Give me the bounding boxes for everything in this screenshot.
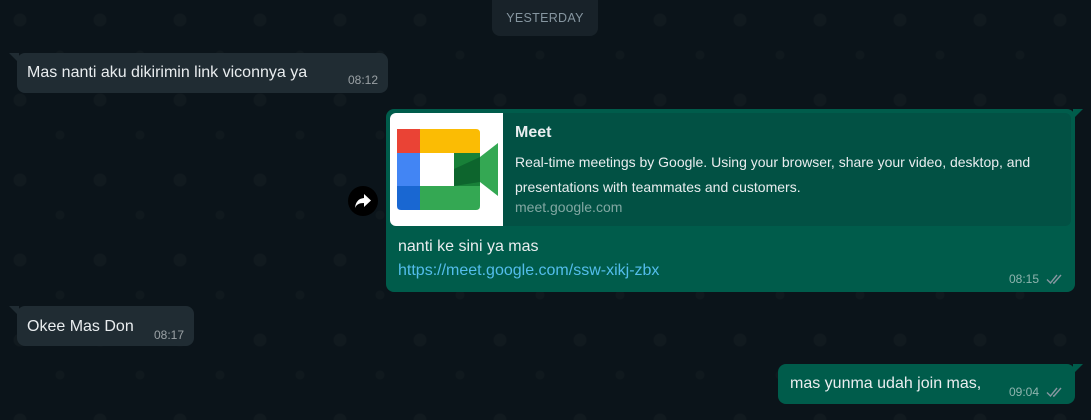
message-text: nanti ke sini ya mas <box>398 238 539 255</box>
message-text: Mas nanti aku dikirimin link viconnya ya <box>27 64 308 81</box>
bubble-tail <box>9 306 19 316</box>
outgoing-message[interactable]: mas yunma udah join mas, 09:04 <box>778 364 1083 404</box>
forward-button[interactable] <box>348 186 378 216</box>
incoming-message[interactable]: Okee Mas Don 08:17 <box>9 306 194 346</box>
outgoing-message-with-link[interactable]: Meet Real-time meetings by Google. Using… <box>386 109 1083 292</box>
message-text: Okee Mas Don <box>27 318 134 335</box>
message-text: mas yunma udah join mas, <box>790 375 982 392</box>
link-preview-thumbnail <box>390 113 503 226</box>
incoming-message[interactable]: Mas nanti aku dikirimin link viconnya ya… <box>9 53 388 93</box>
bubble-tail <box>9 53 19 63</box>
link-preview-card[interactable]: Meet Real-time meetings by Google. Using… <box>390 113 1071 226</box>
forward-arrow-icon <box>355 194 371 208</box>
meeting-link[interactable]: https://meet.google.com/ssw-xikj-zbx <box>398 261 659 281</box>
date-separator: YESTERDAY <box>492 0 598 36</box>
link-preview-description: Real-time meetings by Google. Using your… <box>515 154 1031 195</box>
double-check-icon <box>1046 387 1062 398</box>
bubble-tail <box>1073 364 1083 374</box>
message-time: 08:17 <box>154 328 185 342</box>
link-preview-title: Meet <box>515 124 552 141</box>
double-check-icon <box>1046 274 1062 285</box>
message-time: 08:12 <box>348 73 379 87</box>
google-meet-logo-icon <box>397 129 498 210</box>
bubble-tail <box>1073 109 1083 119</box>
message-time: 09:04 <box>1009 385 1040 399</box>
message-time: 08:15 <box>1009 272 1040 286</box>
link-preview-host: meet.google.com <box>515 199 623 215</box>
